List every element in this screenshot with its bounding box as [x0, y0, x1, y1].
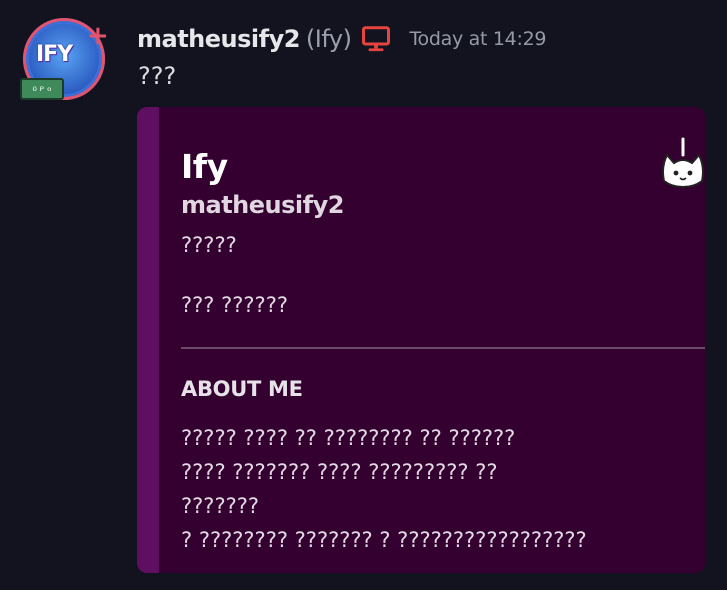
embed-line-1: ????? — [181, 233, 237, 257]
chat-message: IFY + ᴼᴾᵒ matheusify2 (Ify) Today at 14:… — [0, 0, 727, 590]
message-timestamp[interactable]: Today at 14:29 — [409, 28, 546, 50]
cat-sticker-icon[interactable] — [658, 137, 708, 189]
avatar-badge: ᴼᴾᵒ — [20, 78, 64, 100]
about-me-text: ????? ???? ?? ???????? ?? ?????? ???? ??… — [181, 421, 701, 557]
username[interactable]: matheusify2 — [137, 25, 300, 53]
avatar[interactable]: IFY + ᴼᴾᵒ — [20, 18, 109, 102]
desktop-icon — [362, 26, 391, 52]
embed-line-2: ??? ?????? — [181, 293, 288, 317]
about-line: ??????? — [181, 494, 260, 518]
nickname: (Ify) — [305, 25, 352, 53]
about-line: ???? ??????? ???? ????????? ?? — [181, 460, 498, 484]
about-line: ? ???????? ??????? ? ????????????????? — [181, 528, 587, 552]
avatar-text: IFY — [36, 42, 73, 67]
profile-embed: Ify matheusify2 ????? ??? ?????? ABOUT M… — [137, 107, 705, 573]
about-line: ????? ???? ?? ???????? ?? ?????? — [181, 426, 516, 450]
about-me-heading: ABOUT ME — [181, 377, 303, 401]
avatar-plus-decoration: + — [87, 21, 109, 51]
embed-subtitle: matheusify2 — [181, 191, 344, 219]
embed-body: Ify matheusify2 ????? ??? ?????? ABOUT M… — [159, 107, 705, 573]
embed-title: Ify — [181, 147, 228, 186]
embed-divider — [181, 347, 705, 349]
message-content: ??? — [138, 62, 177, 90]
message-header: matheusify2 (Ify) Today at 14:29 — [137, 24, 546, 54]
